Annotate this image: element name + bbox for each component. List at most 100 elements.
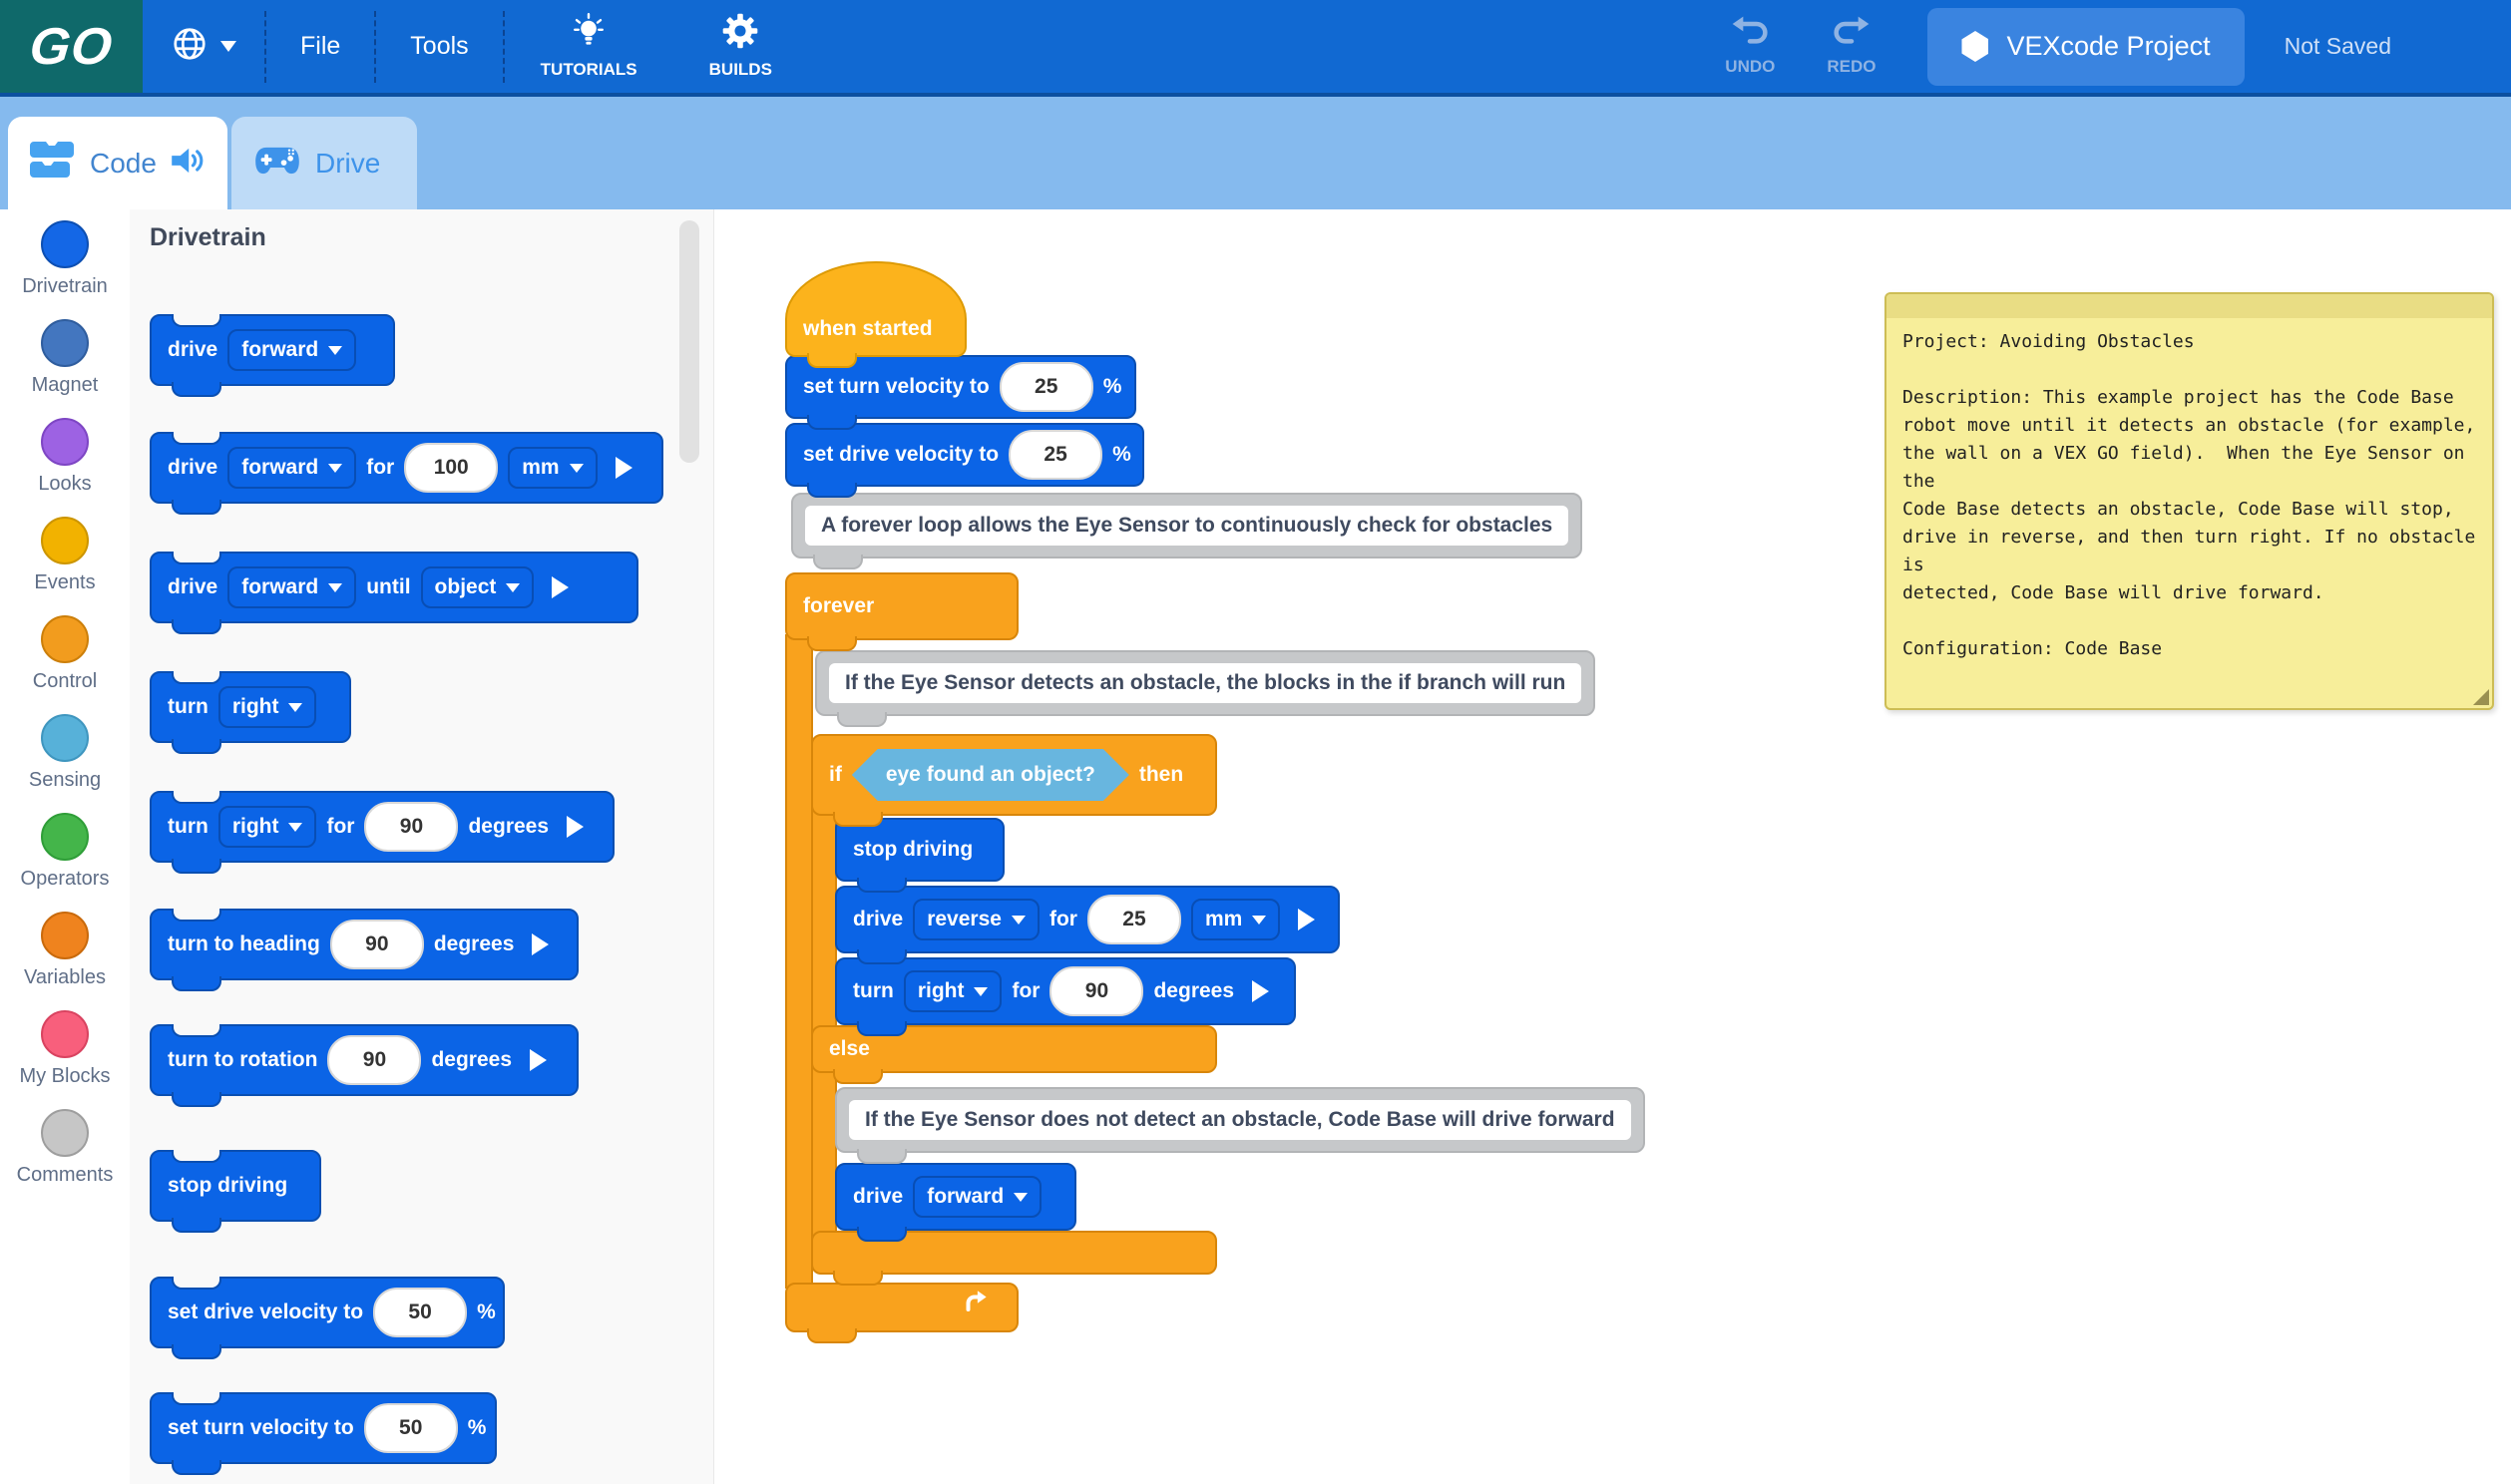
canvas-block-sdv[interactable]: set drive velocity to25% — [785, 423, 1144, 487]
dropdown-forward[interactable]: forward — [913, 1176, 1042, 1218]
canvas-block-turn[interactable]: turnrightfor90degrees — [835, 957, 1296, 1025]
undo-button[interactable]: UNDO — [1725, 16, 1775, 77]
palette-block-10[interactable]: set turn velocity to50% — [150, 1392, 497, 1464]
number-input[interactable]: 25 — [1000, 362, 1093, 412]
project-name-label: VEXcode Project — [2006, 31, 2210, 62]
number-input[interactable]: 90 — [330, 920, 424, 969]
expand-arrow-icon[interactable] — [1298, 909, 1315, 930]
redo-label: REDO — [1827, 57, 1876, 77]
project-name-button[interactable]: VEXcode Project — [1927, 8, 2244, 86]
palette-scrollbar[interactable] — [679, 220, 699, 463]
number-input[interactable]: 100 — [404, 443, 498, 493]
chevron-down-icon — [974, 987, 988, 1003]
tab-drive[interactable]: Drive — [231, 117, 417, 209]
number-input[interactable]: 25 — [1009, 430, 1102, 480]
canvas-comment-cm3[interactable]: If the Eye Sensor does not detect an obs… — [835, 1087, 1645, 1153]
dropdown-right[interactable]: right — [218, 686, 317, 728]
dropdown-object[interactable]: object — [421, 566, 535, 608]
canvas-block-drev[interactable]: drivereversefor25mm — [835, 886, 1340, 953]
palette-block-6[interactable]: turn to heading90degrees — [150, 909, 579, 980]
dropdown-mm[interactable]: mm — [508, 447, 597, 489]
chevron-down-icon — [328, 346, 342, 362]
block-label: until — [366, 575, 410, 599]
canvas-block-dfwd[interactable]: driveforward — [835, 1163, 1076, 1231]
language-menu[interactable] — [143, 0, 264, 93]
project-note[interactable]: Project: Avoiding Obstacles Description:… — [1884, 292, 2494, 710]
go-logo: GO — [0, 0, 143, 93]
number-input[interactable]: 90 — [1049, 966, 1143, 1016]
block-label: forever — [803, 594, 874, 618]
sidebar-item-drivetrain[interactable]: Drivetrain — [0, 209, 130, 308]
lightbulb-icon — [572, 13, 606, 54]
palette-header: Drivetrain — [150, 223, 266, 252]
dropdown-mm[interactable]: mm — [1191, 899, 1280, 940]
expand-arrow-icon[interactable] — [616, 457, 632, 479]
dropdown-forward[interactable]: forward — [227, 566, 356, 608]
note-resize-handle[interactable] — [2473, 689, 2489, 705]
palette-block-3[interactable]: driveforwarduntilobject — [150, 552, 638, 623]
dropdown-value: forward — [241, 456, 318, 480]
tools-menu[interactable]: Tools — [376, 0, 502, 93]
canvas-comment-cm2[interactable]: If the Eye Sensor detects an obstacle, t… — [815, 650, 1595, 716]
dropdown-forward[interactable]: forward — [227, 447, 356, 489]
block-label: then — [1139, 763, 1183, 787]
speaker-icon[interactable] — [171, 146, 205, 181]
note-drag-handle[interactable] — [1886, 294, 2492, 318]
palette-block-4[interactable]: turnright — [150, 671, 351, 743]
tab-code[interactable]: Code — [8, 117, 227, 209]
canvas-block-ifhead[interactable]: ifeye found an object?then — [811, 734, 1217, 816]
canvas-block-fend[interactable] — [785, 1283, 1019, 1332]
category-label: Sensing — [29, 769, 101, 792]
expand-arrow-icon[interactable] — [1252, 980, 1269, 1002]
palette-block-8[interactable]: stop driving — [150, 1150, 321, 1222]
sidebar-item-looks[interactable]: Looks — [0, 407, 130, 506]
palette-block-7[interactable]: turn to rotation90degrees — [150, 1024, 579, 1096]
dropdown-forward[interactable]: forward — [227, 329, 356, 371]
expand-arrow-icon[interactable] — [567, 816, 584, 838]
note-text[interactable]: Project: Avoiding Obstacles Description:… — [1886, 318, 2492, 673]
sidebar-item-comments[interactable]: Comments — [0, 1098, 130, 1197]
number-input[interactable]: 90 — [327, 1035, 421, 1085]
category-label: Comments — [17, 1164, 114, 1187]
sensing-condition-hexagon[interactable]: eye found an object? — [852, 749, 1129, 801]
sidebar-item-sensing[interactable]: Sensing — [0, 703, 130, 802]
palette-block-5[interactable]: turnrightfor90degrees — [150, 791, 615, 863]
sidebar-item-events[interactable]: Events — [0, 506, 130, 604]
block-label: degrees — [468, 815, 549, 839]
block-label: % — [1103, 375, 1122, 399]
variables-category-icon — [41, 912, 89, 959]
block-label: set drive velocity to — [168, 1300, 363, 1324]
tab-bar: Code Drive — [0, 97, 2511, 209]
expand-arrow-icon[interactable] — [552, 576, 569, 598]
palette-block-1[interactable]: driveforward — [150, 314, 395, 386]
number-input[interactable]: 50 — [373, 1288, 467, 1337]
canvas-block-fhead[interactable]: forever — [785, 572, 1019, 640]
category-label: My Blocks — [19, 1065, 110, 1088]
dropdown-right[interactable]: right — [904, 970, 1003, 1012]
sidebar-item-operators[interactable]: Operators — [0, 802, 130, 901]
block-label: for — [1012, 979, 1040, 1003]
sidebar-item-variables[interactable]: Variables — [0, 901, 130, 999]
canvas-block-hat[interactable]: when started — [785, 261, 967, 357]
file-menu[interactable]: File — [266, 0, 374, 93]
dropdown-right[interactable]: right — [218, 806, 317, 848]
number-input[interactable]: 50 — [364, 1403, 458, 1453]
dropdown-value: forward — [927, 1185, 1004, 1209]
redo-button[interactable]: REDO — [1827, 16, 1876, 77]
expand-arrow-icon[interactable] — [530, 1049, 547, 1071]
number-input[interactable]: 90 — [364, 802, 458, 852]
canvas-comment-cm1[interactable]: A forever loop allows the Eye Sensor to … — [791, 493, 1582, 558]
chevron-down-icon — [288, 703, 302, 719]
sidebar-item-my-blocks[interactable]: My Blocks — [0, 999, 130, 1098]
builds-button[interactable]: BUILDS — [673, 0, 808, 93]
palette-block-2[interactable]: driveforwardfor100mm — [150, 432, 663, 504]
number-input[interactable]: 25 — [1087, 895, 1181, 944]
sidebar-item-magnet[interactable]: Magnet — [0, 308, 130, 407]
palette-block-9[interactable]: set drive velocity to50% — [150, 1277, 505, 1348]
sidebar-item-control[interactable]: Control — [0, 604, 130, 703]
dropdown-reverse[interactable]: reverse — [913, 899, 1040, 940]
canvas-block-stop[interactable]: stop driving — [835, 818, 1005, 882]
expand-arrow-icon[interactable] — [532, 933, 549, 955]
tutorials-button[interactable]: TUTORIALS — [505, 0, 673, 93]
operators-category-icon — [41, 813, 89, 861]
